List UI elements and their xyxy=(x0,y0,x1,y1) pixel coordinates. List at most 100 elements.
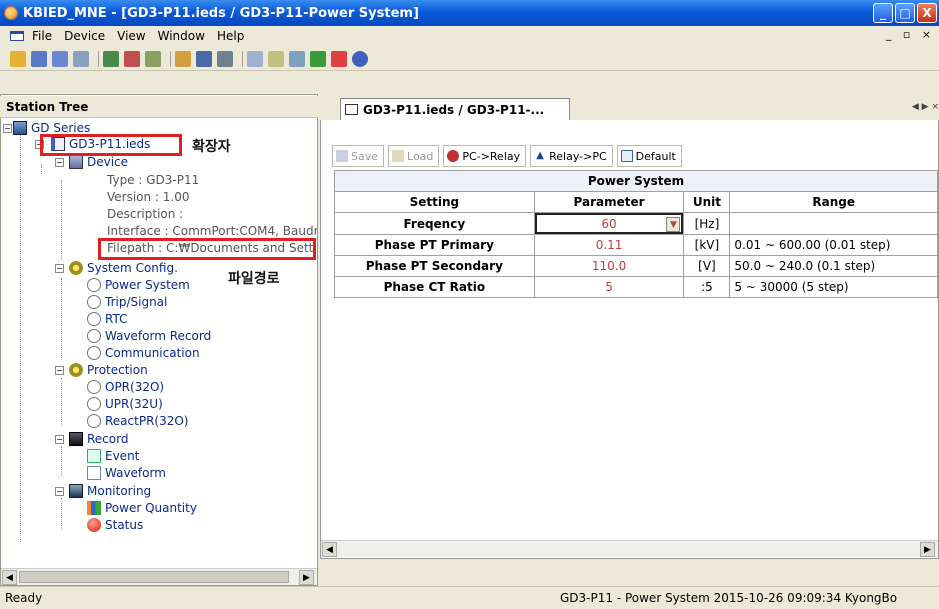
parameter-cell[interactable]: 5 xyxy=(533,276,685,298)
minimize-button[interactable]: _ xyxy=(873,3,893,23)
save-icon[interactable] xyxy=(52,50,68,67)
tree-item-power-system[interactable]: Power System xyxy=(87,277,190,293)
tree-horizontal-scrollbar[interactable]: ◀ ▶ xyxy=(1,568,317,585)
tree-item-rtc[interactable]: RTC xyxy=(87,311,127,327)
toolbar-separator xyxy=(242,50,243,67)
scroll-right-icon[interactable]: ▶ xyxy=(299,570,314,585)
connect-icon[interactable] xyxy=(124,50,140,67)
menu-view[interactable]: View xyxy=(117,29,145,43)
tile-icon[interactable] xyxy=(268,50,284,67)
tree-item-power-quantity[interactable]: Power Quantity xyxy=(87,500,197,516)
chevron-down-icon[interactable]: ▼ xyxy=(666,217,681,232)
tree-item-event[interactable]: Event xyxy=(87,448,139,464)
folder-icon xyxy=(392,150,405,162)
status-ready: Ready xyxy=(5,591,43,605)
config-icon[interactable] xyxy=(145,50,161,67)
menu-bar: File Device View Window Help _ ▫ × xyxy=(0,26,939,46)
app-icon xyxy=(4,6,18,20)
collapse-icon[interactable]: − xyxy=(55,487,64,496)
document-footer xyxy=(320,558,939,586)
mdi-window-icon[interactable] xyxy=(10,31,24,41)
wrench-icon xyxy=(87,312,101,326)
status-icon xyxy=(87,518,101,532)
tree-prop-version[interactable]: Version : 1.00 xyxy=(107,189,190,205)
collapse-icon[interactable]: − xyxy=(55,264,64,273)
tree-record[interactable]: Record xyxy=(69,431,128,447)
monitor-icon[interactable] xyxy=(217,50,233,67)
mdi-controls[interactable]: _ ▫ × xyxy=(886,28,935,41)
tree-item-upr[interactable]: UPR(32U) xyxy=(87,396,163,412)
collapse-icon[interactable]: − xyxy=(55,158,64,167)
save-icon xyxy=(336,150,348,162)
wrench-icon xyxy=(87,329,101,343)
tree-prop-type[interactable]: Type : GD3-P11 xyxy=(107,172,199,188)
upload-icon[interactable] xyxy=(175,50,191,67)
default-button[interactable]: Default xyxy=(616,145,682,167)
load-button[interactable]: Load xyxy=(388,145,440,167)
help-icon[interactable] xyxy=(352,50,368,67)
wrench-icon xyxy=(87,380,101,394)
tab-nav-arrows[interactable]: ◀ ▶ × xyxy=(912,102,939,112)
scroll-left-icon[interactable]: ◀ xyxy=(2,570,17,585)
collapse-icon[interactable]: − xyxy=(55,366,64,375)
close-button[interactable]: X xyxy=(917,3,937,23)
annotation-filepath: 파일경로 xyxy=(228,271,280,287)
frequency-select[interactable]: 60 ▼ xyxy=(534,213,684,234)
tree-system-config[interactable]: System Config. xyxy=(69,260,178,276)
range-cell: 0.01 ~ 600.00 (0.01 step) xyxy=(729,234,938,256)
collapse-icon[interactable]: − xyxy=(3,124,12,133)
tab-power-system[interactable]: GD3-P11.ieds / GD3-P11-... xyxy=(340,98,570,120)
tree-item-waveform-record[interactable]: Waveform Record xyxy=(87,328,211,344)
scroll-right-icon[interactable]: ▶ xyxy=(920,542,935,557)
save-button[interactable]: Save xyxy=(332,145,385,167)
highlight-file-box xyxy=(40,134,182,156)
parameter-cell[interactable]: 110.0 xyxy=(533,255,685,277)
menu-help[interactable]: Help xyxy=(217,29,244,43)
window-title: KBIED_MNE - [GD3-P11.ieds / GD3-P11-Powe… xyxy=(23,5,419,21)
maximize-button[interactable]: □ xyxy=(895,3,915,23)
unit-cell: [kV] xyxy=(683,234,731,256)
tree-item-communication[interactable]: Communication xyxy=(87,345,200,361)
range-cell: 50.0 ~ 240.0 (0.1 step) xyxy=(729,255,938,277)
tree-protection[interactable]: Protection xyxy=(69,362,148,378)
scroll-thumb[interactable] xyxy=(19,571,289,583)
unit-cell: [Hz] xyxy=(683,212,731,235)
tree-item-status[interactable]: Status xyxy=(87,517,143,533)
gear-icon xyxy=(69,363,83,377)
tree-device[interactable]: Device xyxy=(69,154,128,170)
parameter-cell[interactable]: 0.11 xyxy=(533,234,685,256)
scroll-left-icon[interactable]: ◀ xyxy=(322,542,337,557)
tree-prop-interface[interactable]: Interface : CommPort:COM4, Baudra xyxy=(107,223,317,239)
window-icon[interactable] xyxy=(247,50,263,67)
document-horizontal-scrollbar[interactable]: ◀ ▶ xyxy=(321,540,938,557)
menu-file[interactable]: File xyxy=(32,29,52,43)
wrench-icon xyxy=(87,397,101,411)
download-icon[interactable] xyxy=(196,50,212,67)
new-icon[interactable] xyxy=(10,50,26,67)
station-tree[interactable]: − GD Series − GD3-P11.ieds − Device Type… xyxy=(1,120,317,568)
setting-cell: Phase PT Primary xyxy=(334,234,535,256)
tree-monitoring[interactable]: Monitoring xyxy=(69,483,151,499)
pc-to-relay-button[interactable]: PC->Relay xyxy=(443,145,527,167)
open-icon[interactable] xyxy=(31,50,47,67)
tree-prop-description[interactable]: Description : xyxy=(107,206,183,222)
tree-item-waveform[interactable]: Waveform xyxy=(87,465,166,481)
record-icon xyxy=(69,432,83,446)
cascade-icon[interactable] xyxy=(289,50,305,67)
setting-cell: Phase CT Ratio xyxy=(334,276,535,298)
device-icon[interactable] xyxy=(103,50,119,67)
station-tree-title: Station Tree xyxy=(0,96,318,118)
wrench-icon xyxy=(87,295,101,309)
tree-item-opr[interactable]: OPR(32O) xyxy=(87,379,164,395)
relay-to-pc-button[interactable]: ▲ Relay->PC xyxy=(530,145,613,167)
station-icon[interactable] xyxy=(73,50,89,67)
menu-device[interactable]: Device xyxy=(64,29,105,43)
toolbar xyxy=(0,47,939,71)
tree-item-trip-signal[interactable]: Trip/Signal xyxy=(87,294,167,310)
collapse-icon[interactable]: − xyxy=(55,435,64,444)
delete-icon[interactable] xyxy=(331,50,347,67)
export-icon[interactable] xyxy=(310,50,326,67)
arrow-up-icon: ▲ xyxy=(536,150,544,161)
menu-window[interactable]: Window xyxy=(158,29,205,43)
tree-item-reactpr[interactable]: ReactPR(32O) xyxy=(87,413,189,429)
